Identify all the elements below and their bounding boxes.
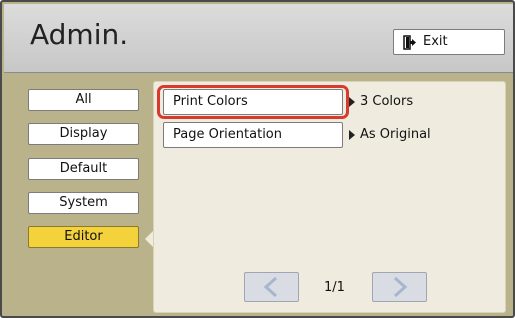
- sidebar-item-default[interactable]: Default: [28, 158, 139, 180]
- sidebar-item-system[interactable]: System: [28, 192, 139, 214]
- category-sidebar: All Display Default System Editor: [14, 80, 146, 312]
- chevron-left-icon: [263, 276, 278, 298]
- prev-page-button[interactable]: [244, 272, 299, 302]
- page-orientation-value: As Original: [360, 127, 431, 142]
- value-arrow-icon: [349, 130, 355, 140]
- admin-screen: Admin. Exit All Display Default System E…: [0, 0, 515, 318]
- header-bar: Admin. Exit: [4, 4, 513, 73]
- print-colors-value: 3 Colors: [360, 94, 414, 109]
- next-page-button[interactable]: [372, 272, 427, 302]
- active-tab-pointer: [145, 231, 153, 247]
- print-colors-button[interactable]: Print Colors: [163, 89, 343, 115]
- value-arrow-icon: [349, 97, 355, 107]
- exit-button[interactable]: Exit: [393, 29, 505, 55]
- sidebar-item-display[interactable]: Display: [28, 123, 139, 145]
- chevron-right-icon: [393, 276, 408, 298]
- page-title: Admin.: [30, 18, 129, 51]
- sidebar-item-editor[interactable]: Editor: [28, 226, 139, 248]
- settings-panel: Print Colors 3 Colors Page Orientation A…: [153, 81, 506, 313]
- exit-label: Exit: [423, 34, 448, 49]
- page-indicator: 1/1: [324, 280, 345, 295]
- sidebar-item-all[interactable]: All: [28, 89, 139, 111]
- exit-door-icon: [403, 35, 416, 50]
- page-orientation-button[interactable]: Page Orientation: [163, 122, 343, 148]
